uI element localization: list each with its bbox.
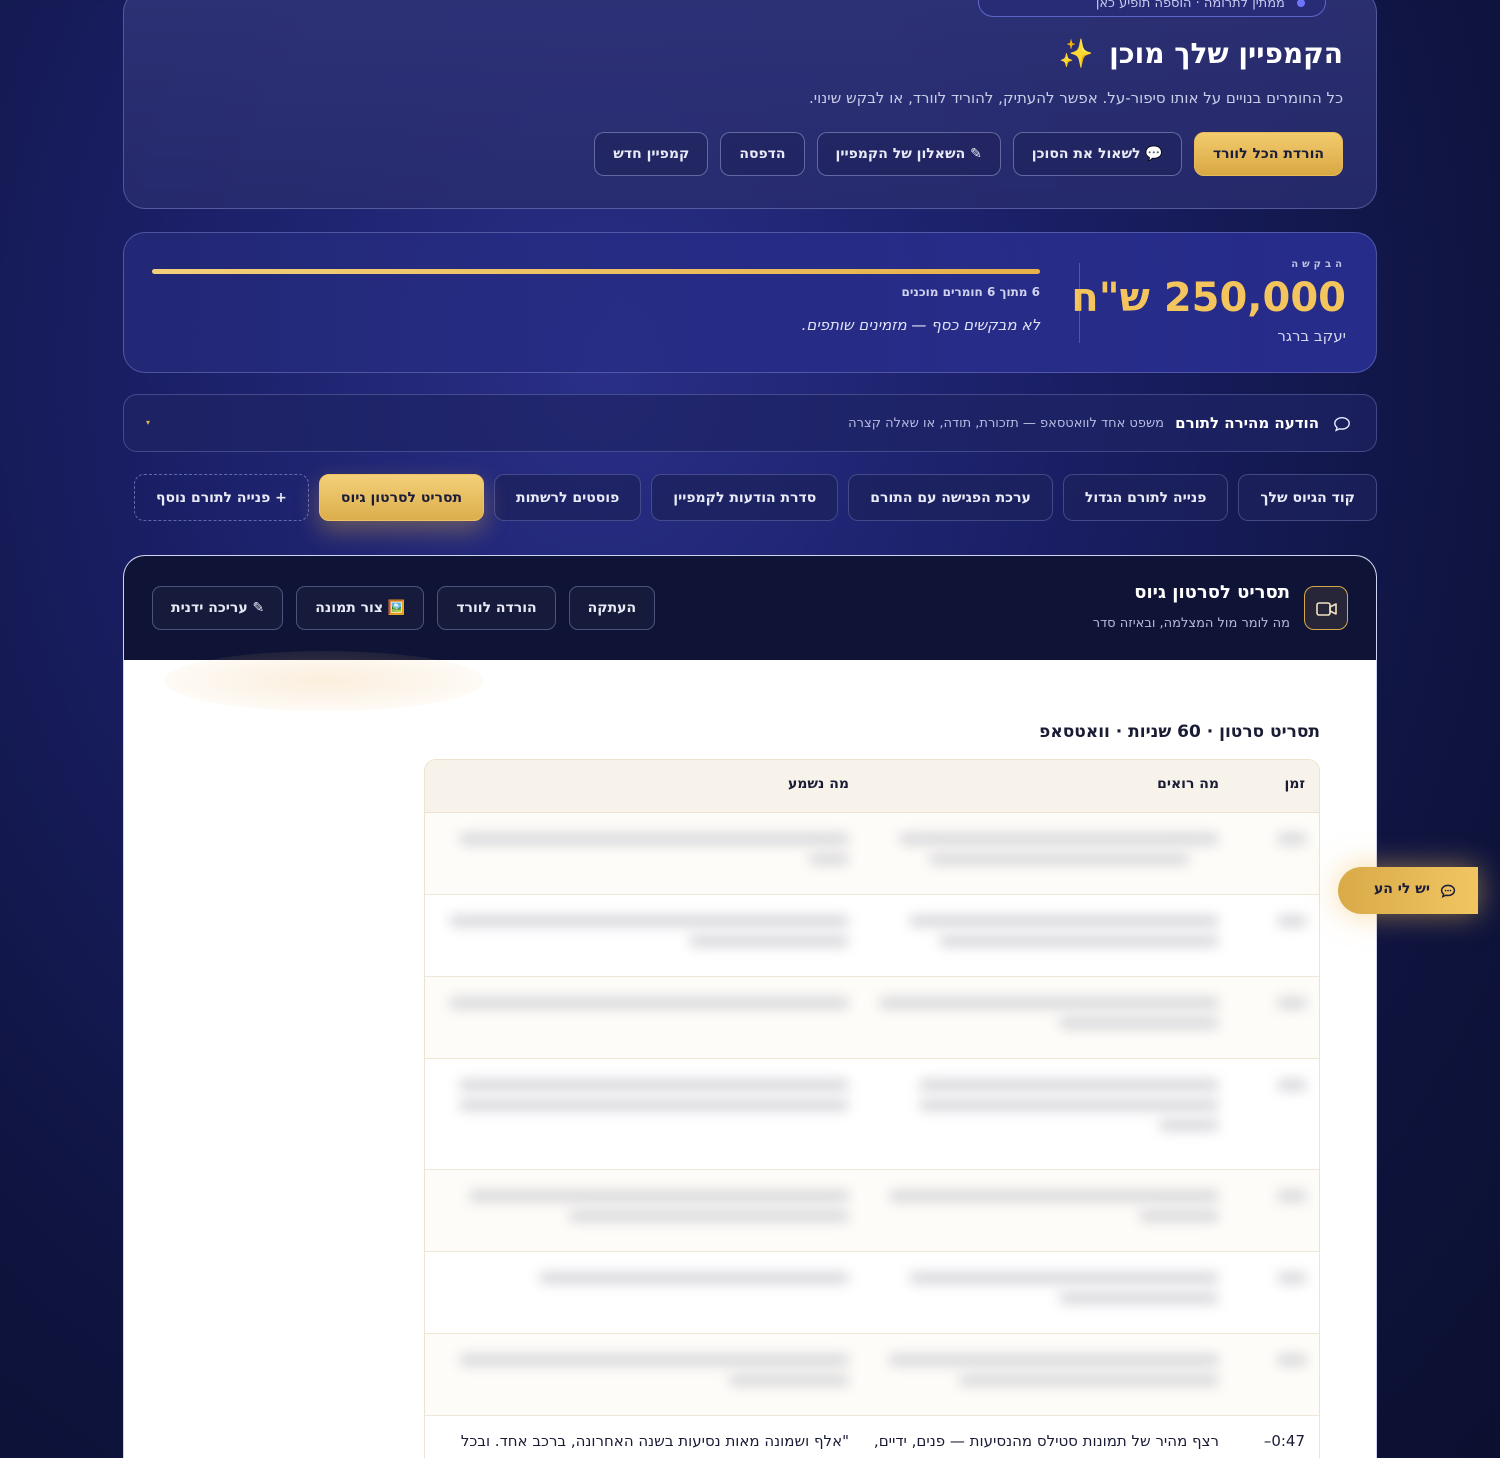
cell-time: 0:47– xyxy=(1263,1432,1305,1450)
campaign-quote: לא מבקשים כסף — מזמינים שותפים. xyxy=(801,316,1040,334)
materials-progress-fill xyxy=(152,269,1040,274)
panel-subtitle: מה לומר מול המצלמה, ובאיזה סדר xyxy=(1092,616,1290,631)
divider xyxy=(1079,263,1080,343)
tab-campaign-message-series[interactable]: סדרת הודעות לקמפיין xyxy=(651,474,839,521)
page-title-text: הקמפיין שלך מוכן xyxy=(1109,37,1343,70)
campaign-ready-card: ממתין לתרומה · הוספה תופיע כאן הקמפיין ש… xyxy=(123,0,1377,209)
quick-message-hint: משפט אחד לוואטסאפ — תזכורת, תודה, או שאל… xyxy=(848,416,1164,431)
video-script-panel: תסריט לסרטון גיוס מה לומר מול המצלמה, וב… xyxy=(123,555,1377,1458)
download-word-button[interactable]: הורדה לוורד xyxy=(437,586,556,630)
panel-title: תסריט לסרטון גיוס xyxy=(1134,582,1290,603)
tab-donor-meeting-kit[interactable]: ערכת הפגישה עם התורם xyxy=(848,474,1053,521)
materials-progress-bar xyxy=(152,269,1040,274)
cell-audio: "אלף ושמונה מאות נסיעות בשנה האחרונה, בר… xyxy=(460,1432,849,1450)
request-label: הבקשה xyxy=(1291,259,1346,270)
floating-chat-label: יש לי הע xyxy=(1373,881,1430,897)
table-row-blurred xyxy=(425,977,1319,1059)
add-donor-appeal-button[interactable]: + פנייה לתורם נוסף xyxy=(134,474,309,521)
table-row-blurred xyxy=(425,1252,1319,1334)
tab-major-donor-appeal[interactable]: פנייה לתורם הגדול xyxy=(1062,474,1229,521)
status-pill: ממתין לתרומה · הוספה תופיע כאן xyxy=(978,0,1326,17)
new-campaign-button[interactable]: קמפיין חדש xyxy=(594,132,709,176)
page-title: הקמפיין שלך מוכן ✨ xyxy=(1059,37,1343,70)
status-dot-icon xyxy=(1297,0,1305,7)
tab-social-posts[interactable]: פוסטים לרשתות xyxy=(494,474,642,521)
panel-actions: העתקה הורדה לוורד 🖼️ צור תמונה ✎ עריכה י… xyxy=(152,586,656,630)
table-row-blurred xyxy=(425,895,1319,977)
download-all-word-button[interactable]: הורדת הכל לוורד xyxy=(1193,132,1343,176)
materials-tabs: קוד הגיוס שלך פנייה לתורם הגדול ערכת הפג… xyxy=(134,474,1377,521)
tab-recruitment-code[interactable]: קוד הגיוס שלך xyxy=(1238,474,1377,521)
floating-chat-button[interactable]: יש לי הע xyxy=(1338,867,1478,914)
request-amount: 250,000 ש"ח xyxy=(1071,275,1346,321)
script-title: תסריט סרטון · 60 שניות · וואטסאפ xyxy=(1039,722,1320,742)
manual-edit-button[interactable]: ✎ עריכה ידנית xyxy=(152,586,284,630)
requester-name: יעקב ברגר xyxy=(1277,327,1346,345)
page-subtitle: כל החומרים בנויים על אותו סיפור-על. אפשר… xyxy=(809,89,1343,107)
tab-fundraising-video-script[interactable]: תסריט לסרטון גיוס xyxy=(318,474,485,521)
materials-progress-text: 6 מתוך 6 חומרים מוכנים xyxy=(901,285,1040,299)
decorative-glow xyxy=(164,651,484,711)
table-row-blurred xyxy=(425,1334,1319,1416)
copy-button[interactable]: העתקה xyxy=(568,586,656,630)
ask-agent-button[interactable]: 💬 לשאול את הסוכן xyxy=(1012,132,1182,176)
table-row: 0:47– רצף מהיר של תמונות סטילס מהנסיעות … xyxy=(425,1416,1319,1458)
hero-actions: הורדת הכל לוורד 💬 לשאול את הסוכן ✎ השאלו… xyxy=(594,132,1343,176)
create-image-button[interactable]: 🖼️ צור תמונה xyxy=(296,586,425,630)
panel-header: תסריט לסרטון גיוס מה לומר מול המצלמה, וב… xyxy=(124,556,1376,660)
cell-visuals: רצף מהיר של תמונות סטילס מהנסיעות — פנים… xyxy=(873,1432,1219,1450)
chevron-down-icon[interactable]: ▾ xyxy=(146,418,150,427)
status-pill-text: ממתין לתרומה · הוספה תופיע כאן xyxy=(1095,0,1285,11)
column-header-time: זמן xyxy=(1284,776,1305,792)
column-header-audio: מה נשמע xyxy=(787,776,849,792)
print-button[interactable]: הדפסה xyxy=(720,132,805,176)
chat-bubble-icon xyxy=(1334,416,1350,432)
sparkle-icon: ✨ xyxy=(1058,37,1094,70)
table-header: זמן מה רואים מה נשמע xyxy=(425,760,1319,813)
quick-message-title: הודעה מהירה לתורם xyxy=(1175,414,1319,432)
table-row-blurred xyxy=(425,813,1319,895)
quick-donor-message-bar[interactable]: הודעה מהירה לתורם משפט אחד לוואטסאפ — תז… xyxy=(123,394,1377,452)
video-camera-icon xyxy=(1304,586,1348,630)
video-camera-glyph xyxy=(1316,602,1337,616)
request-card: הבקשה 250,000 ש"ח יעקב ברגר 6 מתוך 6 חומ… xyxy=(123,232,1377,373)
table-row-blurred xyxy=(425,1059,1319,1170)
column-header-visuals: מה רואים xyxy=(1157,776,1219,792)
table-row-blurred xyxy=(425,1170,1319,1252)
script-table: זמן מה רואים מה נשמע 0:47– רצף מהיר של ת… xyxy=(424,759,1320,1458)
chat-bubble-icon xyxy=(1440,884,1456,898)
campaign-questionnaire-button[interactable]: ✎ השאלון של הקמפיין xyxy=(816,132,1001,176)
